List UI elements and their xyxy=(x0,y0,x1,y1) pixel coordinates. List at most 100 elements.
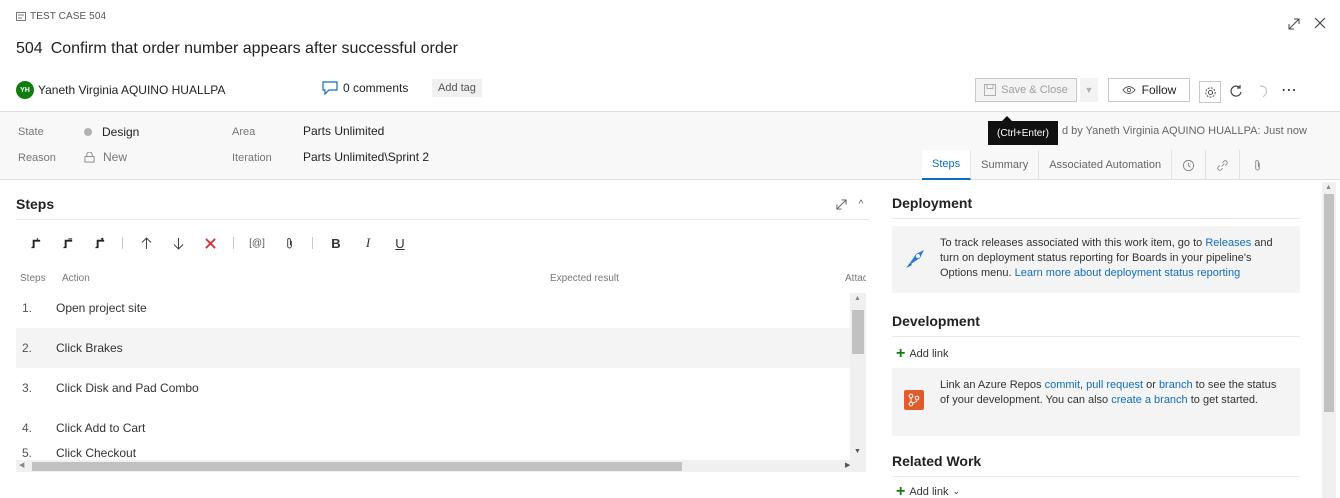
development-add-link[interactable]: + Add link xyxy=(896,345,948,363)
avatar: YH xyxy=(16,81,34,99)
deployment-title: Deployment xyxy=(892,195,973,211)
save-options-chevron-down-icon[interactable]: ▼ xyxy=(1080,78,1098,102)
reason-label: Reason xyxy=(18,152,56,164)
related-add-link-label: Add link xyxy=(909,486,949,498)
expand-section-icon[interactable] xyxy=(832,195,850,213)
underline-button[interactable]: U xyxy=(391,234,409,252)
tab-summary[interactable]: Summary xyxy=(971,150,1040,180)
step-number: 3. xyxy=(22,381,33,395)
paperclip-icon xyxy=(1254,159,1260,170)
step-number: 5. xyxy=(22,446,33,460)
rocket-icon xyxy=(906,250,924,268)
steps-section-title: Steps xyxy=(16,196,55,212)
toolbar-divider xyxy=(233,237,234,249)
table-row[interactable]: 3. Click Disk and Pad Combo xyxy=(16,368,850,408)
user-name: Yaneth Virginia AQUINO HUALLPA xyxy=(38,83,226,97)
step-action[interactable]: Click Checkout xyxy=(56,446,136,460)
table-row[interactable]: 4. Click Add to Cart xyxy=(16,408,850,448)
right-panel-scroll-thumb[interactable] xyxy=(1324,194,1334,412)
iteration-value[interactable]: Parts Unlimited\Sprint 2 xyxy=(303,150,429,164)
related-work-divider xyxy=(892,476,1300,477)
insert-parameter-button[interactable]: [@] xyxy=(248,234,266,252)
table-row[interactable]: 1. Open project site xyxy=(16,288,850,328)
state-value: Design xyxy=(102,125,140,139)
insert-step-before-icon[interactable] xyxy=(58,234,76,252)
development-divider xyxy=(892,336,1300,337)
development-text-3: or xyxy=(1143,379,1159,391)
state-field[interactable]: Design xyxy=(84,125,139,139)
follow-label: Follow xyxy=(1141,83,1177,97)
create-branch-link[interactable]: create a branch xyxy=(1111,394,1187,406)
commit-link[interactable]: commit xyxy=(1045,379,1080,391)
add-link-label: Add link xyxy=(909,348,949,360)
right-scroll-up-arrow-icon[interactable]: ▲ xyxy=(1325,184,1332,191)
scroll-down-arrow-icon[interactable]: ▼ xyxy=(854,448,861,455)
bold-button[interactable]: B xyxy=(327,234,345,252)
scroll-left-arrow-icon[interactable]: ◀ xyxy=(19,461,24,469)
test-case-icon xyxy=(16,12,26,21)
plus-icon: + xyxy=(896,486,906,498)
more-actions-icon[interactable]: ⋯ xyxy=(1280,81,1298,99)
table-row[interactable]: 2. Click Brakes xyxy=(16,328,850,368)
gear-icon[interactable] xyxy=(1199,81,1221,103)
tab-history[interactable] xyxy=(1172,150,1207,180)
development-title: Development xyxy=(892,313,980,329)
save-shortcut-tooltip: (Ctrl+Enter) xyxy=(988,116,1058,145)
tab-steps[interactable]: Steps xyxy=(922,150,972,180)
save-close-button[interactable]: Save & Close xyxy=(975,78,1077,102)
comments-count: 0 comments xyxy=(343,81,409,95)
plus-icon: + xyxy=(896,345,906,362)
step-action[interactable]: Click Add to Cart xyxy=(56,421,145,435)
step-action[interactable]: Click Brakes xyxy=(56,341,123,355)
attachment-paperclip-icon[interactable] xyxy=(280,234,298,252)
work-item-type-label: TEST CASE 504 xyxy=(30,11,107,22)
expand-icon[interactable] xyxy=(1285,15,1303,33)
updated-by-text: d by Yaneth Virginia AQUINO HUALLPA: Jus… xyxy=(1062,125,1307,137)
collapse-section-chevron-up-icon[interactable]: ^ xyxy=(852,195,870,213)
development-text-1: Link an Azure Repos xyxy=(940,379,1045,391)
step-action[interactable]: Open project site xyxy=(56,301,147,315)
move-down-arrow-icon[interactable] xyxy=(169,234,187,252)
development-text-5: to get started. xyxy=(1187,394,1258,406)
add-tag-button[interactable]: Add tag xyxy=(432,79,482,97)
related-work-add-link[interactable]: + Add link ⌄ xyxy=(896,486,960,498)
move-up-arrow-icon[interactable] xyxy=(137,234,155,252)
italic-button[interactable]: I xyxy=(359,234,377,252)
scroll-right-arrow-icon[interactable]: ▶ xyxy=(845,461,850,469)
steps-vertical-scroll-thumb[interactable] xyxy=(852,310,864,354)
iteration-label: Iteration xyxy=(232,152,272,164)
link-icon xyxy=(1217,159,1228,171)
tab-links[interactable] xyxy=(1206,150,1241,180)
work-item-id: 504 xyxy=(16,40,43,57)
tab-attachments[interactable] xyxy=(1240,150,1274,180)
deployment-info-box: To track releases associated with this w… xyxy=(892,226,1300,293)
branch-link[interactable]: branch xyxy=(1159,379,1193,391)
comments-link[interactable]: 0 comments xyxy=(322,81,408,95)
delete-step-icon[interactable] xyxy=(201,234,219,252)
state-label: State xyxy=(18,126,44,138)
pull-request-link[interactable]: pull request xyxy=(1086,379,1143,391)
step-action[interactable]: Click Disk and Pad Combo xyxy=(56,381,199,395)
column-header-steps: Steps xyxy=(20,273,46,284)
tab-associated-automation[interactable]: Associated Automation xyxy=(1039,150,1173,180)
column-header-action: Action xyxy=(62,273,90,284)
scroll-up-arrow-icon[interactable]: ▲ xyxy=(854,295,861,302)
deployment-divider xyxy=(892,218,1300,219)
toolbar-divider xyxy=(122,237,123,249)
work-item-title[interactable]: 504 Confirm that order number appears aft… xyxy=(16,40,458,58)
close-icon[interactable] xyxy=(1311,14,1329,32)
insert-step-icon[interactable] xyxy=(26,234,44,252)
undo-icon[interactable] xyxy=(1254,82,1272,100)
lock-icon xyxy=(84,151,95,163)
insert-shared-steps-icon[interactable] xyxy=(90,234,108,252)
steps-horizontal-scroll-thumb[interactable] xyxy=(32,462,682,471)
tab-bar: Steps Summary Associated Automation xyxy=(922,150,1274,180)
area-value[interactable]: Parts Unlimited xyxy=(303,124,384,138)
refresh-icon[interactable] xyxy=(1227,82,1245,100)
reason-field[interactable]: New xyxy=(84,150,127,164)
assigned-user[interactable]: YH Yaneth Virginia AQUINO HUALLPA xyxy=(16,80,225,100)
follow-button[interactable]: Follow xyxy=(1108,78,1190,102)
learn-more-deployment-link[interactable]: Learn more about deployment status repor… xyxy=(1015,267,1241,279)
releases-link[interactable]: Releases xyxy=(1205,237,1251,249)
toolbar-divider xyxy=(312,237,313,249)
